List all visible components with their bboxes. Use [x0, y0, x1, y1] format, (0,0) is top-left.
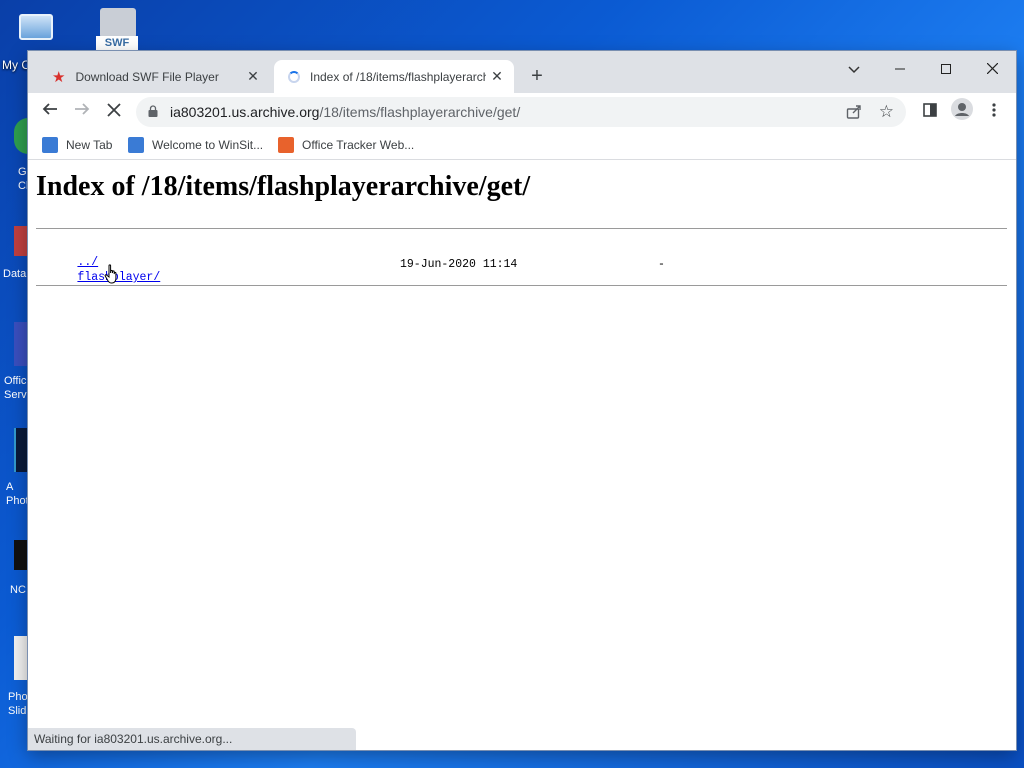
bookmarks-bar: New Tab Welcome to WinSit... Office Trac… [28, 130, 1016, 160]
tab-close-icon[interactable]: ✕ [242, 68, 264, 85]
desktop-icon-label: Pho Slid [8, 691, 28, 717]
minimize-icon [895, 68, 905, 70]
close-window-button[interactable] [972, 55, 1012, 83]
winsite-icon [42, 137, 58, 153]
tab-close-icon[interactable]: ✕ [486, 68, 508, 85]
bookmark-office-tracker[interactable]: Office Tracker Web... [278, 136, 414, 154]
desktop-icon-my-computer[interactable] [12, 10, 60, 42]
tab-search-button[interactable] [834, 55, 874, 83]
chevron-down-icon [848, 66, 860, 74]
listing-row: flashplayer/ [36, 258, 160, 297]
url-host: ia803201.us.archive.org [170, 104, 320, 120]
desktop-icon-label: Offic Serv [4, 375, 27, 401]
bookmark-label: Office Tracker Web... [302, 138, 415, 152]
back-arrow-icon [42, 103, 57, 115]
entry-date: 19-Jun-2020 11:14 [400, 258, 518, 271]
url-path: /18/items/flashplayerarchive/get/ [319, 104, 521, 120]
status-bar: Waiting for ia803201.us.archive.org... [28, 728, 356, 750]
browser-toolbar: ia803201.us.archive.org/18/items/flashpl… [28, 93, 1016, 130]
tab-index-of[interactable]: Index of /18/items/flashplayerarchive/ge… [274, 60, 514, 93]
kebab-menu-icon [992, 103, 996, 117]
page-title: Index of /18/items/flashplayerarchive/ge… [36, 171, 531, 202]
loading-spinner-icon [288, 70, 300, 83]
office-tracker-icon [278, 137, 294, 153]
side-panel-icon [923, 103, 937, 117]
tab-title: Download SWF File Player [75, 69, 219, 84]
address-bar[interactable]: ia803201.us.archive.org/18/items/flashpl… [136, 97, 906, 127]
menu-button[interactable] [980, 98, 1008, 126]
share-icon[interactable] [846, 104, 862, 123]
divider [36, 285, 1007, 286]
desktop-icon-label: G Cl [18, 166, 29, 192]
desktop-icon-photo-slides[interactable] [14, 636, 28, 680]
desktop-icon-label: My C [2, 58, 30, 72]
page-content: Index of /18/items/flashplayerarchive/ge… [28, 161, 1016, 750]
bookmark-star-icon[interactable]: ☆ [879, 102, 894, 122]
stop-button[interactable] [100, 98, 128, 126]
computer-icon [19, 14, 53, 40]
desktop-icon-office[interactable] [14, 322, 28, 366]
stop-icon [107, 103, 121, 117]
swf-file-icon [100, 8, 136, 38]
bookmark-winsite[interactable]: Welcome to WinSit... [128, 136, 263, 154]
tab-strip: ★ Download SWF File Player ✕ Index of /1… [28, 51, 1016, 93]
browser-window: ★ Download SWF File Player ✕ Index of /1… [28, 51, 1016, 750]
lock-icon [148, 104, 160, 120]
maximize-icon [941, 64, 951, 74]
minimize-button[interactable] [880, 55, 920, 83]
tab-title: Index of /18/items/flashplayerarchive/ge… [310, 69, 486, 84]
bookmark-new-tab[interactable]: New Tab [42, 136, 112, 154]
avatar-icon [951, 98, 973, 120]
entry-size: - [658, 258, 665, 271]
hand-pointer-icon [104, 264, 117, 284]
forward-button[interactable] [68, 98, 96, 126]
new-tab-button[interactable]: + [524, 64, 550, 90]
forward-arrow-icon [75, 103, 90, 115]
desktop-icon-label: Data [3, 268, 27, 280]
desktop-icon-nc[interactable] [14, 540, 28, 570]
desktop-icon-chrome[interactable] [14, 118, 28, 154]
side-panel-button[interactable] [916, 98, 944, 126]
winsite-icon [128, 137, 144, 153]
divider [36, 228, 1007, 229]
desktop-icon-database[interactable] [14, 226, 28, 256]
back-button[interactable] [36, 98, 64, 126]
red-star-icon: ★ [52, 68, 66, 86]
close-icon [986, 62, 998, 75]
desktop-icon-swf[interactable]: SWF [94, 8, 142, 50]
desktop-icon-label: NC [10, 584, 26, 596]
desktop-icon-label: A Phot [6, 481, 29, 507]
profile-button[interactable] [948, 98, 976, 126]
swf-badge: SWF [96, 36, 138, 50]
tab-download-swf[interactable]: ★ Download SWF File Player ✕ [38, 60, 270, 93]
bookmark-label: New Tab [66, 138, 113, 152]
bookmark-label: Welcome to WinSit... [152, 138, 264, 152]
maximize-button[interactable] [926, 55, 966, 83]
